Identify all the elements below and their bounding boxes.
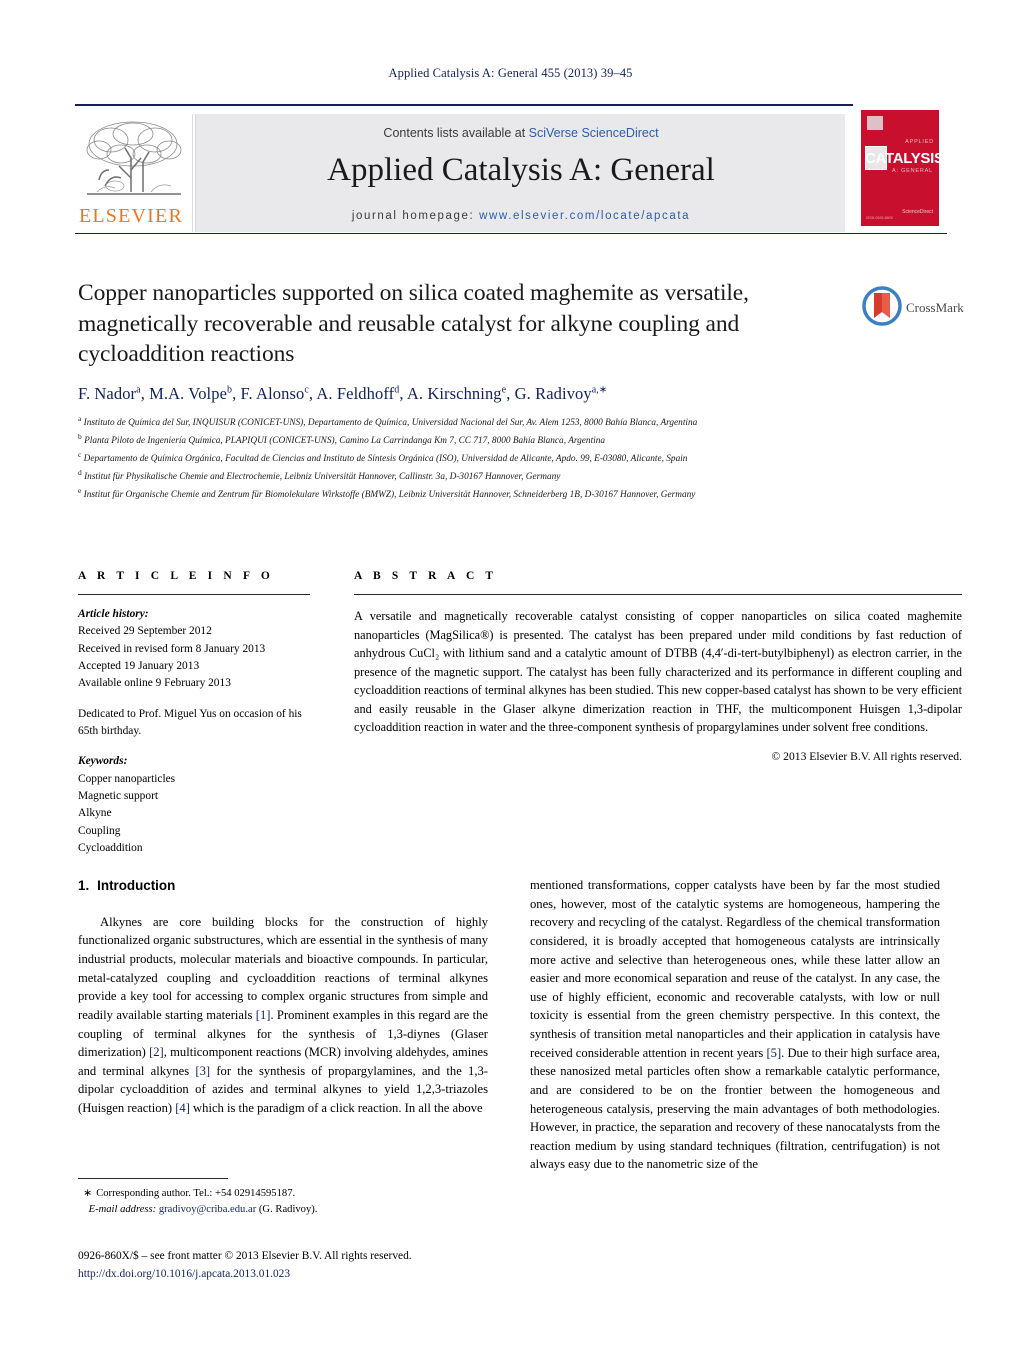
keyword-item: Alkyne [78, 807, 112, 820]
article-info-divider [78, 594, 310, 595]
footnote-rule [78, 1178, 228, 1179]
email-label: E-mail address: [88, 1203, 157, 1215]
abstract-copyright: © 2013 Elsevier B.V. All rights reserved… [771, 749, 962, 763]
citation-ref[interactable]: [2] [149, 1045, 164, 1059]
article-info-heading: A R T I C L E I N F O [78, 570, 274, 582]
info-spacer-2 [78, 740, 310, 753]
contents-available-line: Contents lists available at SciVerse Sci… [196, 126, 846, 140]
abstract-divider [354, 594, 962, 595]
author-list: F. Nadora, M.A. Volpeb, F. Alonsoc, A. F… [78, 383, 608, 403]
footer-issn-line: 0926-860X/$ – see front matter © 2013 El… [78, 1250, 412, 1262]
article-info-column: A R T I C L E I N F O Article history: R… [78, 570, 310, 857]
intro-paragraph-right: mentioned transformations, copper cataly… [530, 878, 940, 1172]
elsevier-logo: ELSEVIER [75, 114, 193, 232]
footnote-star: ∗ [83, 1188, 93, 1199]
footer-doi-link[interactable]: http://dx.doi.org/10.1016/j.apcata.2013.… [78, 1266, 598, 1284]
article-history-item: Accepted 19 January 2013 [78, 659, 200, 672]
abstract-heading: A B S T R A C T [354, 570, 498, 582]
cover-elsevier-mark [867, 116, 883, 130]
keywords-label: Keywords: [78, 755, 128, 768]
masthead-bottom-rule [75, 233, 947, 234]
cover-issn-label: ISSN 0926-860X [866, 216, 893, 220]
article-history-item: Received 29 September 2012 [78, 625, 212, 638]
journal-cover-thumbnail: APPLIED CATALYSIS A: GENERAL ScienceDire… [853, 104, 947, 236]
footnote-corresponding: Corresponding author. Tel.: +54 02914595… [96, 1188, 296, 1199]
journal-masthead: ELSEVIER Contents lists available at Sci… [75, 104, 947, 236]
journal-title: Applied Catalysis A: General [327, 152, 715, 188]
cover-catalysis-label: CATALYSIS [865, 150, 939, 167]
email-link[interactable]: gradivoy@criba.edu.ar [159, 1204, 256, 1215]
email-owner: (G. Radivoy). [258, 1203, 318, 1215]
contents-prefix: Contents lists available at [383, 126, 529, 140]
elsevier-tree-icon [86, 121, 182, 195]
journal-homepage-line: journal homepage: www.elsevier.com/locat… [196, 210, 846, 222]
dedication-text: Dedicated to Prof. Miguel Yus on occasio… [78, 707, 302, 737]
keyword-item: Copper nanoparticles [78, 772, 176, 785]
cover-sciencedirect-label: ScienceDirect [902, 209, 933, 215]
keyword-item: Magnetic support [78, 789, 159, 802]
affiliation-item: e Institut für Organische Chemie and Zen… [78, 486, 696, 501]
section-heading-introduction: 1. Introduction [78, 876, 488, 896]
article-info-body: Article history: Received 29 September 2… [78, 606, 310, 857]
article-history-item: Available online 9 February 2013 [78, 677, 231, 690]
running-head: Applied Catalysis A: General 455 (2013) … [388, 66, 633, 80]
masthead-top-rule [75, 104, 947, 106]
intro-paragraph-left: Alkynes are core building blocks for the… [78, 914, 489, 1116]
affiliation-item: a Instituto de Química del Sur, INQUISUR… [78, 413, 698, 428]
section-number: 1. [78, 878, 90, 893]
citation-ref[interactable]: [5] [766, 1046, 781, 1060]
abstract-text: A versatile and magnetically recoverable… [354, 609, 962, 735]
sciencedirect-link[interactable]: SciVerse ScienceDirect [529, 126, 659, 140]
title-block: Copper nanoparticles supported on silica… [78, 278, 838, 503]
affiliation-list: a Instituto de Química del Sur, INQUISUR… [78, 413, 948, 504]
keyword-item: Cycloaddition [78, 841, 143, 854]
affiliation-item: b Planta Piloto de Ingeniería Química, P… [78, 431, 606, 446]
abstract-column: A B S T R A C T A versatile and magnetic… [354, 570, 962, 763]
homepage-url-link[interactable]: www.elsevier.com/locate/apcata [479, 210, 690, 222]
elsevier-wordmark: ELSEVIER [78, 205, 184, 227]
article-history-label: Article history: [78, 608, 149, 620]
cover-applied-label: APPLIED [905, 139, 934, 145]
crossmark-label: CrossMark [906, 300, 964, 315]
corresponding-author-footnote: ∗ Corresponding author. Tel.: +54 0291459… [78, 1186, 488, 1218]
body-column-left: 1. Introduction Alkynes are core building… [78, 876, 488, 1118]
footnote-line-1: ∗ Corresponding author. Tel.: +54 0291459… [78, 1186, 488, 1202]
body-column-right: mentioned transformations, copper cataly… [530, 876, 940, 1174]
keyword-item: Coupling [78, 824, 121, 837]
citation-ref[interactable]: [1] [256, 1008, 271, 1022]
footer-info: 0926-860X/$ – see front matter © 2013 El… [78, 1248, 598, 1283]
crossmark-icon [862, 286, 902, 326]
article-history-item: Received in revised form 8 January 2013 [78, 642, 266, 655]
affiliation-item: c Departamento de Química Orgánica, Facu… [78, 449, 688, 465]
cover-art: APPLIED CATALYSIS A: GENERAL ScienceDire… [861, 110, 939, 226]
paper-page: Applied Catalysis A: General 455 (2013) … [0, 0, 1021, 1351]
page-title: Copper nanoparticles supported on silica… [78, 280, 749, 368]
crossmark-badge[interactable]: CrossMark [862, 286, 964, 336]
affiliation-item: d Institut für Physikalische Chemie and … [78, 468, 561, 483]
journal-band: Contents lists available at SciVerse Sci… [195, 114, 845, 232]
cover-general-label: A: GENERAL [891, 168, 933, 174]
homepage-prefix: journal homepage: [351, 210, 480, 222]
citation-ref[interactable]: [3] [195, 1064, 210, 1078]
footnote-line-2: E-mail address: gradivoy@criba.edu.ar (G… [78, 1202, 488, 1218]
section-title: Introduction [97, 878, 176, 893]
citation-ref[interactable]: [4] [175, 1101, 190, 1115]
